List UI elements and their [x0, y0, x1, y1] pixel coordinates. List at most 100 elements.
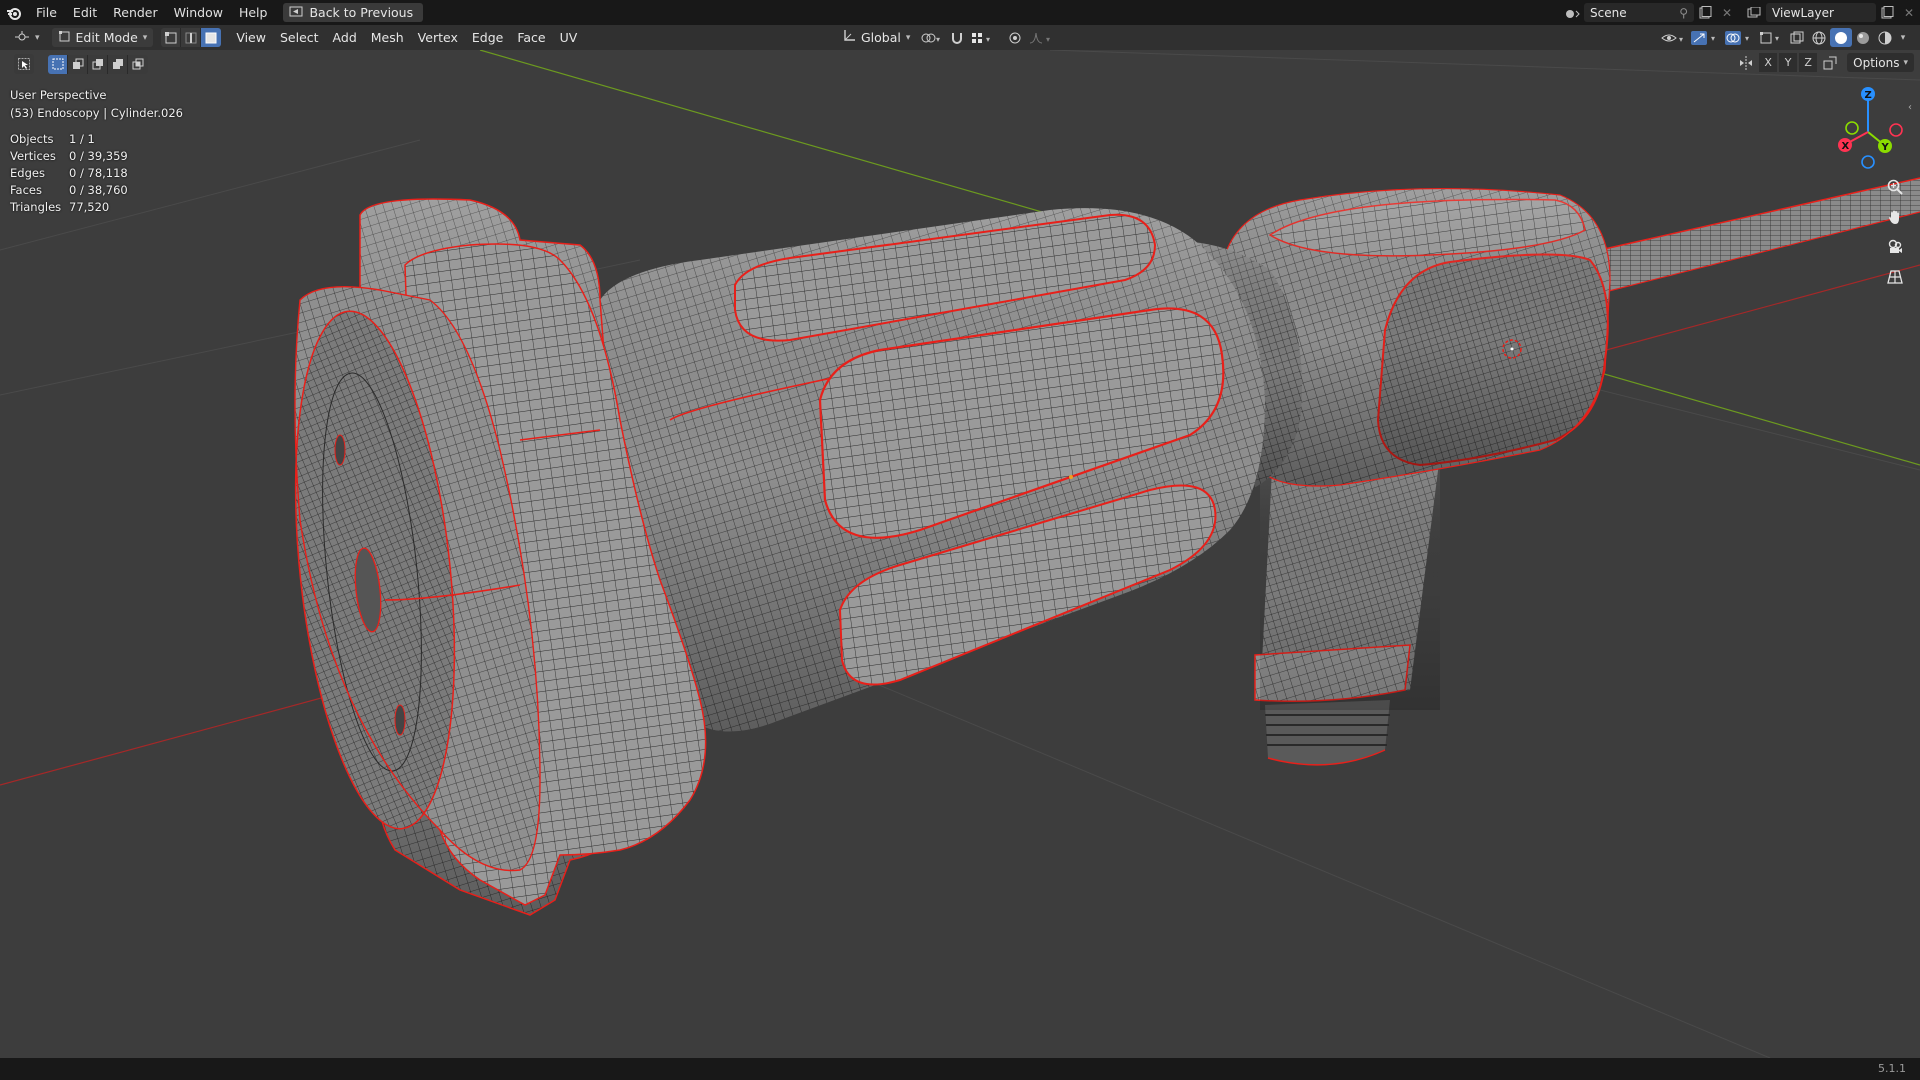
mesh-rod[interactable]	[1599, 177, 1920, 293]
visibility-selectability-icon[interactable]: ▾	[1658, 28, 1688, 47]
proportional-edit-icon[interactable]	[1004, 28, 1026, 47]
falloff-icon[interactable]: ▾	[1026, 28, 1056, 47]
menu-edge[interactable]: Edge	[465, 25, 510, 50]
menu-help[interactable]: Help	[231, 0, 276, 25]
stat-row: Triangles 77,520	[10, 199, 128, 216]
stat-label: Vertices	[10, 149, 56, 163]
statistics-overlay: Objects 1 / 1 Vertices 0 / 39,359 Edges 0 /…	[10, 131, 128, 216]
viewport-scene[interactable]	[0, 50, 1920, 1058]
svg-text:▾: ▾	[1679, 35, 1683, 44]
gizmo-y-label: Y	[1881, 142, 1890, 153]
menu-edit[interactable]: Edit	[65, 0, 105, 25]
snap-toggle-icon[interactable]	[946, 28, 968, 47]
shading-wireframe-icon[interactable]	[1808, 28, 1830, 47]
gizmo-neg-y-icon[interactable]	[1845, 121, 1859, 135]
chevron-down-icon: ▾	[142, 32, 148, 43]
stat-value: 0 / 38,760	[69, 183, 128, 197]
xray-toggle-icon[interactable]	[1786, 28, 1808, 47]
3d-viewport[interactable]: Z Y X ‹	[0, 50, 1920, 1058]
edit-mode-icon	[58, 30, 71, 46]
back-button-label: Back to Previous	[309, 5, 414, 20]
viewlayer-browse-icon[interactable]	[1744, 3, 1766, 22]
orientation-axes-icon	[842, 29, 856, 46]
vertex-select-icon[interactable]	[161, 28, 182, 47]
stat-row: Faces 0 / 38,760	[10, 182, 128, 199]
scene-browse-icon[interactable]	[1562, 3, 1584, 22]
stat-value: 0 / 39,359	[69, 149, 128, 163]
scene-field[interactable]: Scene ⚲	[1584, 3, 1694, 22]
viewport-info: User Perspective (53) Endoscopy | Cylind…	[10, 86, 183, 122]
pivot-point-icon[interactable]: ▾	[916, 28, 946, 47]
shading-rendered-icon[interactable]	[1874, 28, 1896, 47]
camera-view-icon[interactable]	[1883, 236, 1907, 258]
stat-label: Faces	[10, 183, 42, 197]
menu-vertex[interactable]: Vertex	[411, 25, 465, 50]
blender-logo-icon[interactable]	[0, 0, 28, 25]
stat-value: 77,520	[69, 200, 110, 214]
ortho-persp-toggle-icon[interactable]	[1883, 266, 1907, 288]
svg-text:▾: ▾	[1775, 34, 1779, 43]
menu-select[interactable]: Select	[273, 25, 326, 50]
zoom-icon[interactable]	[1883, 176, 1907, 198]
stat-row: Vertices 0 / 39,359	[10, 148, 128, 165]
menu-render[interactable]: Render	[105, 0, 166, 25]
mode-label: Edit Mode	[75, 30, 138, 45]
menu-uv[interactable]: UV	[553, 25, 585, 50]
face-select-icon[interactable]	[201, 28, 222, 47]
delete-scene-icon[interactable]: ✕	[1716, 3, 1738, 22]
gizmo-neg-z-icon[interactable]	[1861, 155, 1875, 169]
shading-material-icon[interactable]	[1852, 28, 1874, 47]
overlays-toggle-icon[interactable]: ▾	[1722, 28, 1756, 47]
snap-target-icon[interactable]: ▾	[968, 28, 996, 47]
edge-select-icon[interactable]	[181, 28, 202, 47]
gizmo-x-label: X	[1842, 141, 1850, 152]
version-label: 5.1.1	[1878, 1062, 1906, 1075]
chevron-down-icon: ▾	[35, 32, 40, 43]
menu-file[interactable]: File	[28, 0, 65, 25]
new-viewlayer-icon[interactable]	[1876, 3, 1898, 22]
stat-row: Edges 0 / 78,118	[10, 165, 128, 182]
pin-icon[interactable]: ⚲	[1679, 6, 1688, 20]
menu-mesh[interactable]: Mesh	[364, 25, 411, 50]
new-scene-icon[interactable]	[1694, 3, 1716, 22]
stat-label: Edges	[10, 166, 45, 180]
mesh-main-body[interactable]	[600, 208, 1265, 732]
3d-viewport-icon	[14, 30, 30, 46]
navigation-gizmo[interactable]: Z Y X	[1812, 84, 1912, 174]
stat-value: 0 / 78,118	[69, 166, 128, 180]
shading-solid-icon[interactable]	[1830, 28, 1852, 47]
gizmo-toggle-icon[interactable]: ▾	[1688, 28, 1722, 47]
back-icon	[289, 5, 303, 20]
stat-label: Triangles	[10, 200, 62, 214]
mesh-connector-pipe[interactable]	[1254, 455, 1440, 766]
menu-view[interactable]: View	[229, 25, 273, 50]
viewlayer-label: ViewLayer	[1772, 5, 1834, 20]
scene-label: Scene	[1590, 5, 1627, 20]
editor-type-dropdown[interactable]: ▾	[8, 28, 46, 47]
top-bar: File Edit Render Window Help Back to Pre…	[0, 0, 1920, 25]
stat-label: Objects	[10, 132, 54, 146]
svg-text:▾: ▾	[986, 35, 990, 44]
svg-text:▾: ▾	[1046, 35, 1050, 44]
delete-viewlayer-icon[interactable]: ✕	[1898, 3, 1920, 22]
gizmo-neg-x-icon[interactable]	[1889, 123, 1903, 137]
menu-window[interactable]: Window	[166, 0, 231, 25]
back-to-previous-button[interactable]: Back to Previous	[283, 3, 424, 22]
mesh-edit-overlays-icon[interactable]: ▾	[1756, 28, 1786, 47]
svg-text:▾: ▾	[1711, 34, 1715, 43]
stat-value: 1 / 1	[69, 132, 95, 146]
navigation-buttons	[1883, 176, 1907, 288]
mode-dropdown[interactable]: Edit Mode ▾	[51, 28, 154, 47]
pan-hand-icon[interactable]	[1883, 206, 1907, 228]
region-toggle-icon[interactable]: ‹	[1908, 102, 1912, 113]
menu-add[interactable]: Add	[326, 25, 364, 50]
menu-face[interactable]: Face	[510, 25, 552, 50]
viewport-header: ▾ Edit Mode ▾ View Select Add Mesh Verte…	[0, 25, 1920, 50]
shading-options-icon[interactable]: ▾	[1896, 28, 1910, 47]
chevron-down-icon: ▾	[905, 32, 911, 43]
viewlayer-field[interactable]: ViewLayer	[1766, 3, 1876, 22]
stat-row: Objects 1 / 1	[10, 131, 128, 148]
gizmo-z-label: Z	[1865, 90, 1872, 101]
transform-orientation-dropdown[interactable]: Global ▾	[836, 28, 916, 47]
svg-text:▾: ▾	[936, 35, 940, 44]
